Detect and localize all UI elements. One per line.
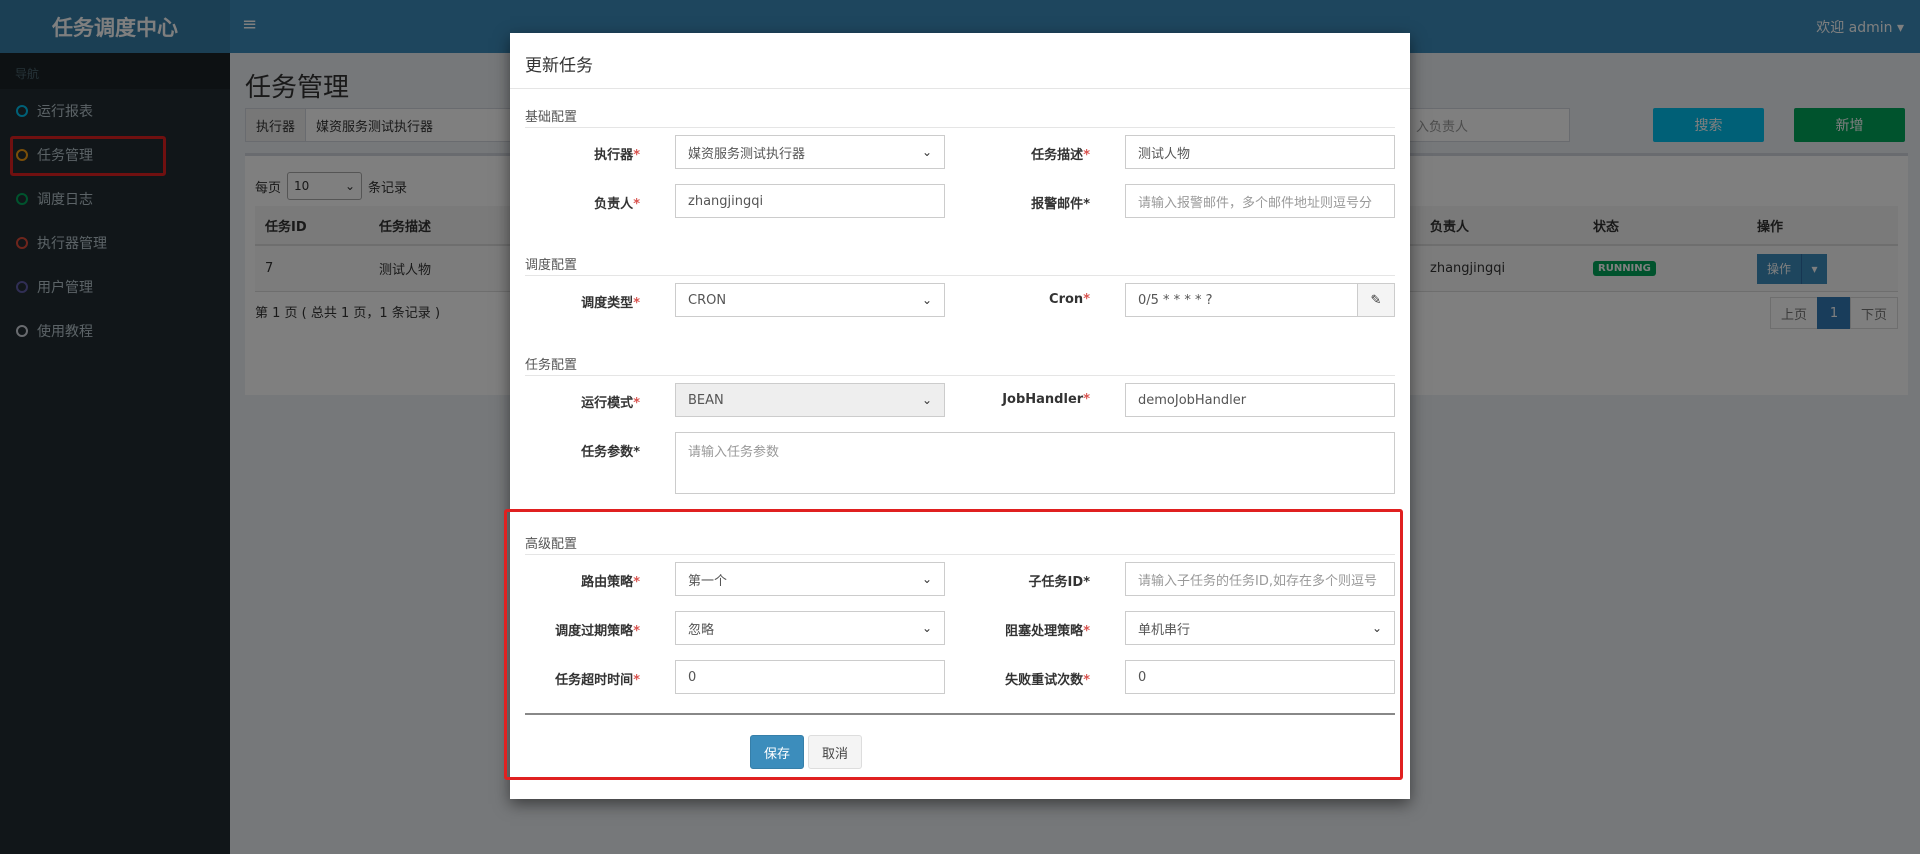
- edit-icon[interactable]: ✎: [1357, 283, 1395, 317]
- chevron-down-icon: ⌄: [921, 393, 932, 407]
- section-schedule: 调度配置: [525, 254, 1395, 276]
- update-job-modal: 更新任务 基础配置 执行器* 媒资服务测试执行器 ⌄ 任务描述* 测试人物 负责人…: [510, 33, 1410, 799]
- modal-title: 更新任务: [525, 56, 593, 76]
- alarm-email-input[interactable]: 请输入报警邮件，多个邮件地址则逗号分: [1125, 184, 1395, 218]
- schedule-type-value: CRON: [688, 292, 727, 308]
- chevron-down-icon: ⌄: [921, 572, 932, 586]
- timeout-input[interactable]: 0: [675, 660, 945, 694]
- child-job-input[interactable]: 请输入子任务的任务ID,如存在多个则逗号: [1125, 562, 1395, 596]
- author-label: 负责人*: [594, 197, 640, 212]
- chevron-down-icon: ⌄: [921, 621, 932, 635]
- block-strategy-value: 单机串行: [1138, 622, 1191, 638]
- chevron-down-icon: ⌄: [921, 145, 932, 159]
- block-strategy-select[interactable]: 单机串行 ⌄: [1125, 611, 1395, 645]
- misfire-strategy-select[interactable]: 忽略 ⌄: [675, 611, 945, 645]
- form-divider: [525, 713, 1395, 715]
- schedule-type-select[interactable]: CRON ⌄: [675, 283, 945, 317]
- route-strategy-select[interactable]: 第一个 ⌄: [675, 562, 945, 596]
- glue-type-value: BEAN: [688, 392, 724, 408]
- glue-type-label: 运行模式*: [581, 396, 640, 411]
- cron-label: Cron*: [1049, 292, 1090, 307]
- timeout-label: 任务超时时间*: [555, 673, 640, 688]
- fail-retry-input[interactable]: 0: [1125, 660, 1395, 694]
- job-handler-input[interactable]: demoJobHandler: [1125, 383, 1395, 417]
- schedule-type-label: 调度类型*: [581, 296, 640, 311]
- chevron-down-icon: ⌄: [921, 293, 932, 307]
- chevron-down-icon: ⌄: [1371, 621, 1382, 635]
- executor-label: 执行器*: [594, 148, 640, 163]
- route-strategy-label: 路由策略*: [581, 575, 640, 590]
- misfire-strategy-value: 忽略: [688, 622, 715, 638]
- misfire-strategy-label: 调度过期策略*: [555, 624, 640, 639]
- section-task: 任务配置: [525, 354, 1395, 376]
- child-job-label: 子任务ID*: [1028, 575, 1090, 590]
- executor-select[interactable]: 媒资服务测试执行器 ⌄: [675, 135, 945, 169]
- cron-input[interactable]: 0/5 * * * * ?: [1125, 283, 1358, 317]
- save-button[interactable]: 保存: [750, 735, 804, 769]
- alarm-email-label: 报警邮件*: [1031, 197, 1090, 212]
- block-strategy-label: 阻塞处理策略*: [1005, 624, 1090, 639]
- modal-header-divider: [510, 88, 1410, 89]
- route-strategy-value: 第一个: [688, 573, 728, 589]
- job-param-textarea[interactable]: 请输入任务参数: [675, 432, 1395, 494]
- job-desc-input[interactable]: 测试人物: [1125, 135, 1395, 169]
- author-input[interactable]: zhangjingqi: [675, 184, 945, 218]
- job-param-label: 任务参数*: [581, 445, 640, 460]
- section-advanced: 高级配置: [525, 533, 1395, 555]
- job-desc-label: 任务描述*: [1031, 148, 1090, 163]
- executor-value: 媒资服务测试执行器: [688, 146, 806, 162]
- job-handler-label: JobHandler*: [1002, 392, 1090, 407]
- glue-type-select: BEAN ⌄: [675, 383, 945, 417]
- fail-retry-label: 失败重试次数*: [1005, 673, 1090, 688]
- section-basic: 基础配置: [525, 106, 1395, 128]
- cancel-button[interactable]: 取消: [808, 735, 862, 769]
